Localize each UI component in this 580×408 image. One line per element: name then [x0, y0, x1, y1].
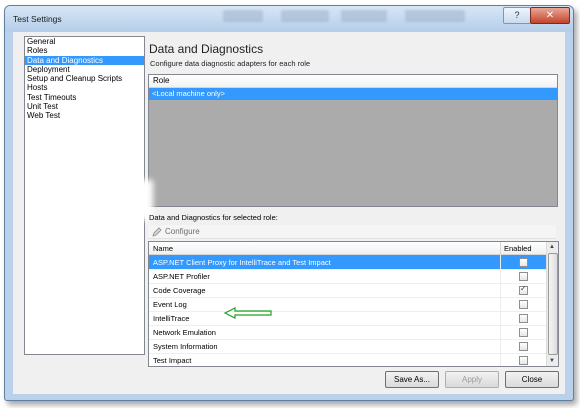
table-row[interactable]: Event Log — [149, 297, 546, 312]
adapters-label: Data and Diagnostics for selected role: — [149, 213, 278, 222]
cell-divider — [500, 255, 501, 269]
grid-header: Name Enabled — [149, 242, 546, 255]
blurred-background-tab — [341, 10, 387, 22]
enabled-checkbox[interactable] — [519, 328, 528, 337]
roles-row-local-machine[interactable]: <Local machine only> — [149, 88, 557, 100]
cell-divider — [500, 325, 501, 339]
page-subtitle: Configure data diagnostic adapters for e… — [150, 59, 311, 68]
table-row[interactable]: IntelliTrace — [149, 311, 546, 326]
column-divider — [500, 242, 501, 254]
adapter-name: System Information — [153, 342, 218, 351]
enabled-checkbox[interactable] — [519, 356, 528, 365]
page-title: Data and Diagnostics — [149, 42, 264, 56]
table-row[interactable]: Network Emulation — [149, 325, 546, 340]
test-settings-window: Test Settings ? ✕ General Roles Data and D… — [4, 5, 574, 401]
configure-button[interactable]: Configure — [165, 227, 200, 236]
cell-divider — [500, 283, 501, 297]
nav-item[interactable]: Test Timeouts — [25, 93, 144, 102]
table-row[interactable]: System Information — [149, 339, 546, 354]
annotation-arrow-icon — [223, 307, 272, 319]
adapter-name: Network Emulation — [153, 328, 216, 337]
adapter-name: Event Log — [153, 300, 187, 309]
scroll-down-icon[interactable]: ▼ — [549, 358, 555, 364]
cell-divider — [500, 269, 501, 283]
nav-item[interactable]: General — [25, 37, 144, 46]
enabled-checkbox[interactable] — [519, 258, 528, 267]
close-button[interactable]: Close — [505, 371, 559, 388]
window-close-button[interactable]: ✕ — [530, 7, 570, 24]
window-title: Test Settings — [13, 14, 62, 24]
table-row[interactable]: Code Coverage — [149, 283, 546, 298]
adapter-name: ASP.NET Client Proxy for IntelliTrace an… — [153, 258, 331, 267]
scroll-thumb[interactable] — [548, 253, 558, 355]
table-row[interactable]: ASP.NET Profiler — [149, 269, 546, 284]
roles-list[interactable]: Role <Local machine only> — [148, 74, 558, 207]
save-as-button[interactable]: Save As... — [385, 371, 439, 388]
scroll-up-icon[interactable]: ▲ — [549, 244, 555, 250]
nav-item[interactable]: Web Test — [25, 111, 144, 120]
enabled-checkbox[interactable] — [519, 284, 528, 295]
nav-item[interactable]: Roles — [25, 46, 144, 55]
table-row[interactable]: Test Impact — [149, 353, 546, 366]
cell-divider — [500, 297, 501, 311]
blurred-background-tab — [223, 10, 263, 22]
adapter-name: Test Impact — [153, 356, 192, 365]
blurred-background-tab — [405, 10, 465, 22]
dialog-content: General Roles Data and Diagnostics Deployme… — [13, 32, 565, 394]
roles-column-header: Role — [149, 75, 557, 88]
nav-item[interactable]: Unit Test — [25, 102, 144, 111]
cell-divider — [500, 339, 501, 353]
nav-item[interactable]: Deployment — [25, 65, 144, 74]
vertical-scrollbar[interactable]: ▲ ▼ — [546, 242, 558, 366]
column-header-enabled[interactable]: Enabled — [504, 244, 532, 253]
title-bar: Test Settings ? ✕ — [5, 6, 573, 32]
enabled-checkbox[interactable] — [519, 300, 528, 309]
configure-toolbar: Configure — [148, 225, 556, 239]
adapters-grid[interactable]: Name Enabled ASP.NET Client Proxy for In… — [148, 241, 559, 367]
pencil-icon — [152, 227, 162, 237]
column-header-name[interactable]: Name — [153, 244, 173, 253]
nav-item[interactable]: Hosts — [25, 83, 144, 92]
adapter-name: IntelliTrace — [153, 314, 190, 323]
table-row[interactable]: ASP.NET Client Proxy for IntelliTrace an… — [149, 255, 546, 270]
adapter-name: Code Coverage — [153, 286, 206, 295]
enabled-checkbox[interactable] — [519, 272, 528, 281]
cell-divider — [500, 353, 501, 366]
enabled-checkbox[interactable] — [519, 342, 528, 351]
apply-button[interactable]: Apply — [445, 371, 499, 388]
adapter-name: ASP.NET Profiler — [153, 272, 210, 281]
nav-item[interactable]: Setup and Cleanup Scripts — [25, 74, 144, 83]
help-button[interactable]: ? — [503, 7, 531, 24]
enabled-checkbox[interactable] — [519, 314, 528, 323]
blurred-background-tab — [281, 10, 329, 22]
settings-nav-list[interactable]: General Roles Data and Diagnostics Deployme… — [24, 36, 145, 355]
nav-item[interactable]: Data and Diagnostics — [25, 55, 144, 65]
cell-divider — [500, 311, 501, 325]
